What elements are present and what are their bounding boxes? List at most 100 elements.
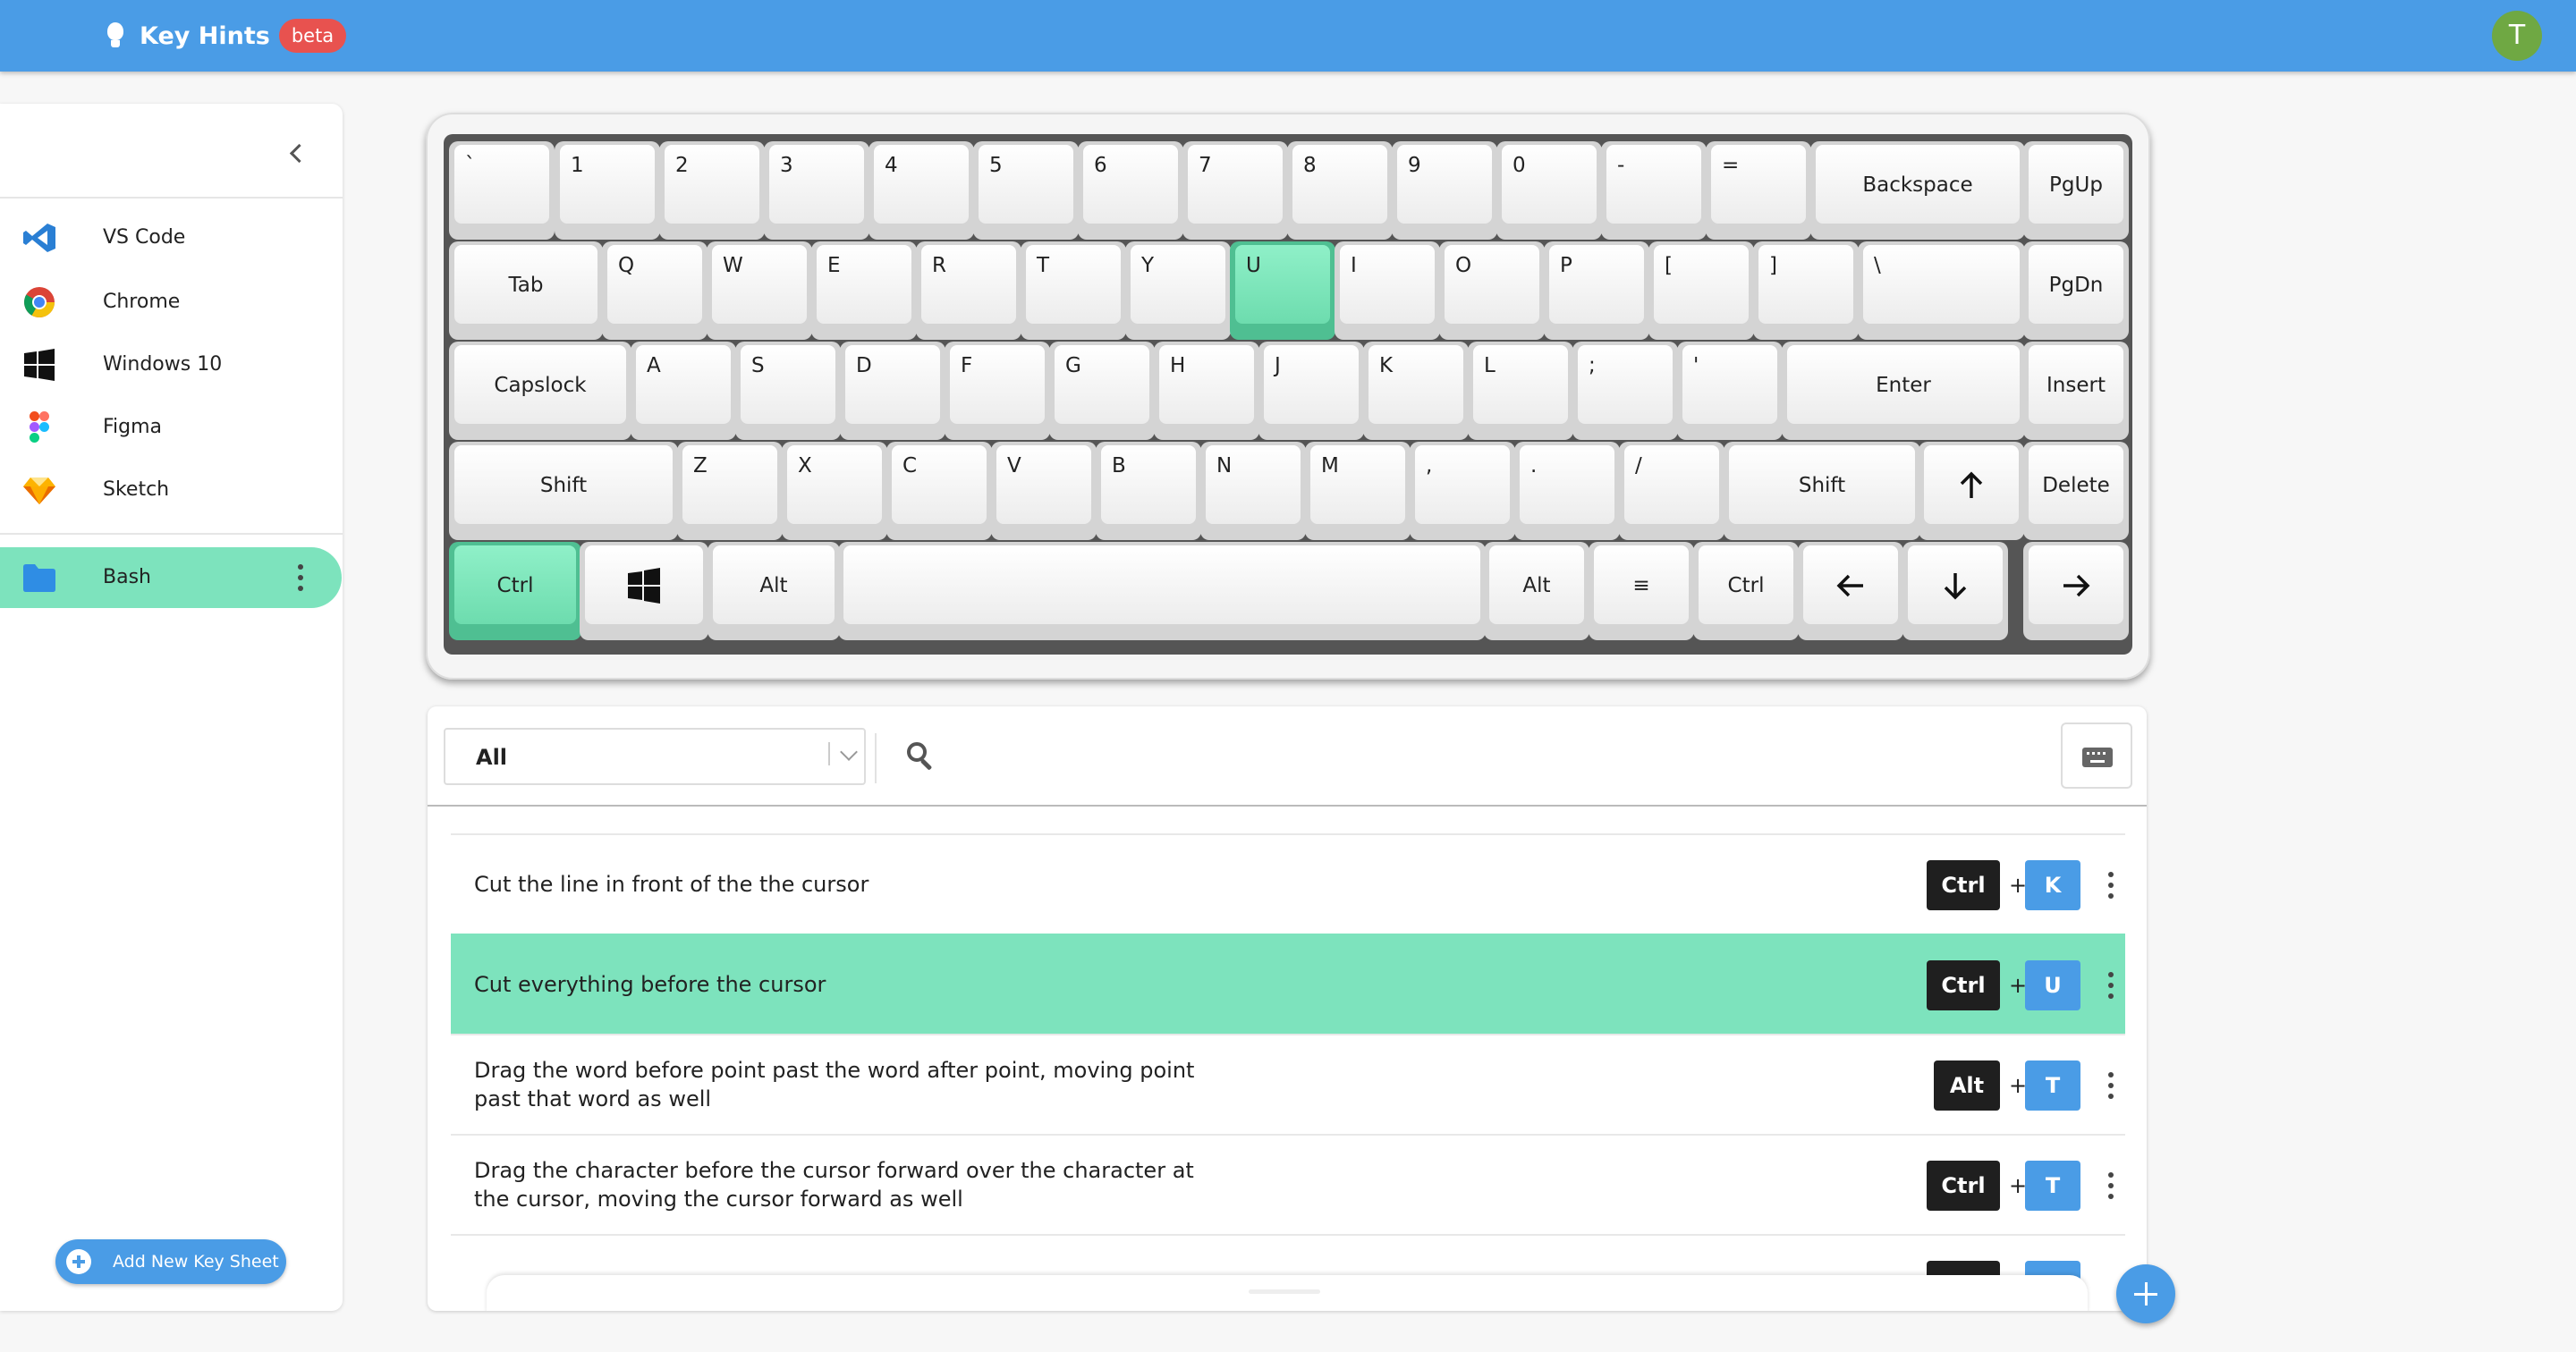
shortcut-row[interactable]: Cut the line in front of the the cursor … — [451, 833, 2125, 934]
key-u-highlighted[interactable]: U — [1230, 241, 1335, 340]
key-9[interactable]: 9 — [1392, 141, 1497, 240]
key-w[interactable]: W — [707, 241, 812, 340]
key-capslock[interactable]: Capslock — [449, 342, 631, 440]
key-equals[interactable]: = — [1706, 141, 1811, 240]
key-b[interactable]: B — [1096, 442, 1201, 540]
key-badge: U — [2025, 960, 2080, 1010]
key-g[interactable]: G — [1049, 342, 1155, 440]
menu-icon: ≡ — [1632, 574, 1650, 597]
key-8[interactable]: 8 — [1287, 141, 1393, 240]
key-z[interactable]: Z — [677, 442, 783, 540]
key-k[interactable]: K — [1363, 342, 1469, 440]
more-vert-icon[interactable] — [2107, 972, 2114, 999]
key-space[interactable] — [838, 542, 1486, 640]
sidebar-item-sketch[interactable]: Sketch — [0, 461, 343, 519]
shortcut-row[interactable]: Drag the word before point past the word… — [451, 1034, 2125, 1134]
sidebar-item-vscode[interactable]: VS Code — [0, 209, 343, 266]
key-l[interactable]: L — [1468, 342, 1573, 440]
more-vert-icon[interactable] — [2107, 872, 2114, 899]
more-vert-icon[interactable] — [2107, 1072, 2114, 1099]
key-insert[interactable]: Insert — [2023, 342, 2129, 440]
shortcut-description: Drag the character before the cursor for… — [474, 1158, 1194, 1212]
key-c[interactable]: C — [886, 442, 992, 540]
key-m[interactable]: M — [1305, 442, 1411, 540]
key-enter[interactable]: Enter — [1782, 342, 2025, 440]
modifier-key-badge: Ctrl — [1927, 1161, 2000, 1211]
key-backspace[interactable]: Backspace — [1810, 141, 2025, 240]
collapse-sidebar-chevron-icon[interactable] — [279, 136, 313, 170]
key-y[interactable]: Y — [1125, 241, 1231, 340]
key-4[interactable]: 4 — [869, 141, 974, 240]
key-pgdn[interactable]: PgDn — [2023, 241, 2129, 340]
key-arrow-left[interactable] — [1798, 542, 1903, 640]
category-filter-select[interactable]: All — [444, 728, 866, 785]
key-t[interactable]: T — [1021, 241, 1126, 340]
key-backslash[interactable]: \ — [1858, 241, 2025, 340]
toggle-keyboard-button[interactable] — [2061, 722, 2132, 789]
key-windows[interactable] — [580, 542, 708, 640]
app-brand[interactable]: Key Hints beta — [106, 16, 347, 55]
sidebar-item-chrome[interactable]: Chrome — [0, 274, 343, 331]
key-shift-right[interactable]: Shift — [1724, 442, 1920, 540]
key-ctrl-right[interactable]: Ctrl — [1693, 542, 1799, 640]
key-7[interactable]: 7 — [1182, 141, 1288, 240]
key-alt-left[interactable]: Alt — [708, 542, 840, 640]
more-vert-icon[interactable] — [297, 564, 304, 591]
key-slash[interactable]: / — [1619, 442, 1724, 540]
key-5[interactable]: 5 — [973, 141, 1079, 240]
key-0[interactable]: 0 — [1496, 141, 1602, 240]
key-j[interactable]: J — [1258, 342, 1364, 440]
key-x[interactable]: X — [782, 442, 887, 540]
key-badge: T — [2025, 1060, 2080, 1111]
key-r[interactable]: R — [916, 241, 1021, 340]
key-1[interactable]: 1 — [555, 141, 660, 240]
sidebar-item-windows[interactable]: Windows 10 — [0, 336, 343, 393]
shortcut-row-highlighted[interactable]: Cut everything before the cursor Ctrl + … — [451, 934, 2125, 1034]
key-n[interactable]: N — [1200, 442, 1306, 540]
key-quote[interactable]: ' — [1677, 342, 1783, 440]
key-pgup[interactable]: PgUp — [2023, 141, 2129, 240]
toolbar-separator — [428, 805, 2147, 807]
key-v[interactable]: V — [991, 442, 1097, 540]
key-o[interactable]: O — [1439, 241, 1545, 340]
key-arrow-up[interactable] — [1919, 442, 2024, 540]
sidebar-item-label: Bash — [103, 566, 151, 588]
key-ctrl-left-highlighted[interactable]: Ctrl — [449, 542, 581, 640]
key-3[interactable]: 3 — [764, 141, 869, 240]
key-menu[interactable]: ≡ — [1589, 542, 1694, 640]
key-a[interactable]: A — [631, 342, 736, 440]
key-alt-right[interactable]: Alt — [1484, 542, 1589, 640]
key-s[interactable]: S — [735, 342, 841, 440]
key-h[interactable]: H — [1154, 342, 1259, 440]
key-period[interactable]: . — [1514, 442, 1620, 540]
key-semicolon[interactable]: ; — [1572, 342, 1678, 440]
more-vert-icon[interactable] — [2107, 1172, 2114, 1199]
sidebar-item-figma[interactable]: Figma — [0, 399, 343, 456]
key-right-bracket[interactable]: ] — [1753, 241, 1859, 340]
bottom-sheet-handle[interactable] — [487, 1275, 2088, 1311]
key-arrow-down[interactable] — [1902, 542, 2008, 640]
key-shift-left[interactable]: Shift — [449, 442, 678, 540]
key-i[interactable]: I — [1335, 241, 1440, 340]
key-comma[interactable]: , — [1410, 442, 1515, 540]
sidebar-item-bash[interactable]: Bash — [0, 547, 342, 608]
key-e[interactable]: E — [811, 241, 917, 340]
key-p[interactable]: P — [1544, 241, 1649, 340]
key-delete[interactable]: Delete — [2023, 442, 2129, 540]
keyboard-keys: ` 1 2 3 4 5 6 7 8 9 0 - = Backspace PgUp… — [444, 134, 2132, 655]
key-2[interactable]: 2 — [659, 141, 765, 240]
key-6[interactable]: 6 — [1078, 141, 1183, 240]
key-f[interactable]: F — [945, 342, 1050, 440]
search-icon[interactable] — [903, 739, 939, 774]
key-q[interactable]: Q — [602, 241, 708, 340]
key-d[interactable]: D — [840, 342, 945, 440]
key-arrow-right[interactable] — [2023, 542, 2129, 640]
shortcut-row[interactable]: Drag the character before the cursor for… — [451, 1134, 2125, 1234]
user-avatar[interactable]: T — [2492, 11, 2542, 61]
add-shortcut-button[interactable] — [2116, 1264, 2175, 1323]
key-tab[interactable]: Tab — [449, 241, 603, 340]
key-left-bracket[interactable]: [ — [1648, 241, 1754, 340]
key-minus[interactable]: - — [1601, 141, 1707, 240]
key-backtick[interactable]: ` — [449, 141, 555, 240]
add-new-key-sheet-button[interactable]: Add New Key Sheet — [55, 1239, 286, 1284]
